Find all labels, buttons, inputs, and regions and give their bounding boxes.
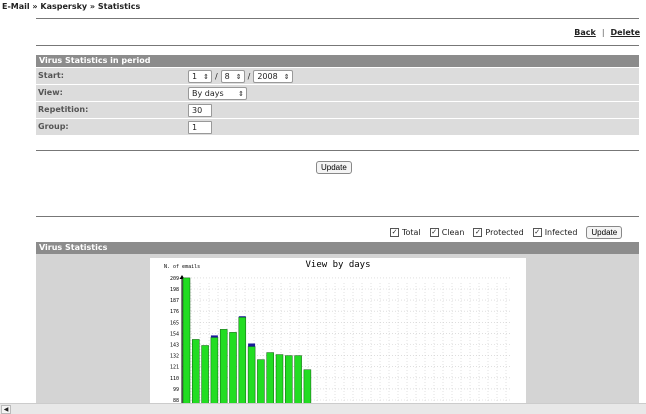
y-tick-label: 187	[170, 298, 179, 304]
date-separator: /	[247, 72, 251, 81]
stats-header: Virus Statistics	[36, 242, 639, 254]
total-label: Total	[402, 228, 421, 237]
start-month-value: 8	[224, 72, 230, 81]
period-panel: Virus Statistics in period Start: 1 ⇕ / 8…	[36, 55, 639, 135]
bar-clean	[238, 317, 247, 404]
chevron-updown-icon: ⇕	[283, 72, 290, 81]
date-separator: /	[214, 72, 218, 81]
y-tick-label: 154	[170, 331, 179, 337]
protected-label: Protected	[485, 228, 524, 237]
chart-title: View by days	[305, 260, 370, 270]
scroll-left-icon[interactable]: ◀	[1, 405, 11, 414]
divider	[36, 216, 639, 217]
action-links: Back | Delete	[574, 28, 640, 37]
view-row: View: By days ⇕	[36, 84, 639, 101]
y-tick-label: 176	[170, 309, 179, 315]
divider	[36, 150, 639, 151]
bar-clean	[201, 345, 209, 404]
start-month-select[interactable]: 8 ⇕	[220, 70, 245, 83]
delete-link[interactable]: Delete	[611, 28, 640, 37]
group-input[interactable]: 1	[188, 121, 212, 134]
chevron-updown-icon: ⇕	[203, 72, 209, 81]
repetition-input[interactable]: 30	[188, 104, 212, 117]
view-value: By days	[192, 89, 224, 98]
bar-clean	[192, 339, 200, 404]
bar-infected	[248, 343, 256, 347]
bar-clean	[303, 369, 312, 404]
total-checkbox[interactable]: ✓	[390, 228, 399, 237]
bar-clean	[219, 329, 228, 404]
chevron-updown-icon: ⇕	[235, 72, 242, 81]
y-tick-label: 209	[170, 276, 179, 282]
link-separator: |	[601, 28, 605, 37]
breadcrumb: E-Mail » Kaspersky » Statistics	[2, 2, 141, 11]
start-year-select[interactable]: 2008 ⇕	[253, 70, 293, 83]
bar-clean	[294, 355, 302, 404]
clean-label: Clean	[441, 228, 465, 237]
repetition-label: Repetition:	[38, 105, 89, 114]
bar-clean	[257, 359, 265, 404]
y-tick-label: 198	[170, 287, 179, 293]
series-filters: ✓ Total ✓ Clean ✓ Protected ✓ Infected Updat…	[390, 226, 623, 239]
update-button[interactable]: Update	[316, 161, 352, 174]
y-tick-label: 121	[170, 365, 179, 371]
y-tick-label: 110	[170, 376, 179, 382]
view-select[interactable]: By days ⇕	[188, 87, 247, 100]
bar-clean	[285, 355, 293, 404]
start-day-value: 1	[192, 72, 198, 81]
y-tick-label: 99	[173, 387, 179, 393]
start-year-value: 2008	[257, 72, 278, 81]
infected-checkbox[interactable]: ✓	[532, 228, 542, 237]
bar-clean	[247, 346, 256, 404]
chart-area: 88 99 110 121 132 143 154 165 176 187 198 209 View b…	[150, 258, 526, 404]
start-row: Start: 1 ⇕ / 8 ⇕ / 2008 ⇕	[36, 67, 639, 84]
view-label: View:	[38, 88, 63, 97]
bar-clean	[182, 277, 191, 404]
bar-clean	[266, 352, 274, 404]
filters-update-button[interactable]: Update	[586, 226, 623, 239]
y-tick-label: 132	[170, 354, 179, 360]
back-link[interactable]: Back	[574, 28, 596, 37]
clean-checkbox[interactable]: ✓	[429, 228, 439, 237]
start-label: Start:	[38, 71, 64, 80]
bar-infected	[238, 316, 246, 318]
horizontal-scrollbar[interactable]: ◀	[0, 403, 646, 414]
bar-chart: 8899110121132143154165176187198209View b…	[164, 260, 510, 404]
group-label: Group:	[38, 122, 69, 131]
chevron-updown-icon: ⇕	[238, 89, 244, 98]
divider	[36, 18, 639, 19]
repetition-row: Repetition: 30	[36, 101, 639, 118]
start-day-select[interactable]: 1 ⇕	[188, 70, 212, 83]
group-row: Group: 1	[36, 118, 639, 135]
y-tick-label: 165	[170, 320, 179, 326]
bar-clean	[210, 337, 219, 404]
bar-clean	[229, 332, 237, 404]
divider	[36, 45, 639, 46]
bar-clean	[275, 354, 284, 404]
protected-checkbox[interactable]: ✓	[473, 228, 483, 237]
stats-panel: Virus Statistics 88 99 110 121 132 143 154 165 1…	[36, 242, 639, 404]
infected-label: Infected	[544, 228, 578, 237]
y-tick-label: 143	[170, 343, 179, 349]
period-header: Virus Statistics in period	[36, 55, 639, 67]
y-axis-label: N. of emails	[164, 264, 200, 270]
bar-infected	[210, 335, 218, 338]
